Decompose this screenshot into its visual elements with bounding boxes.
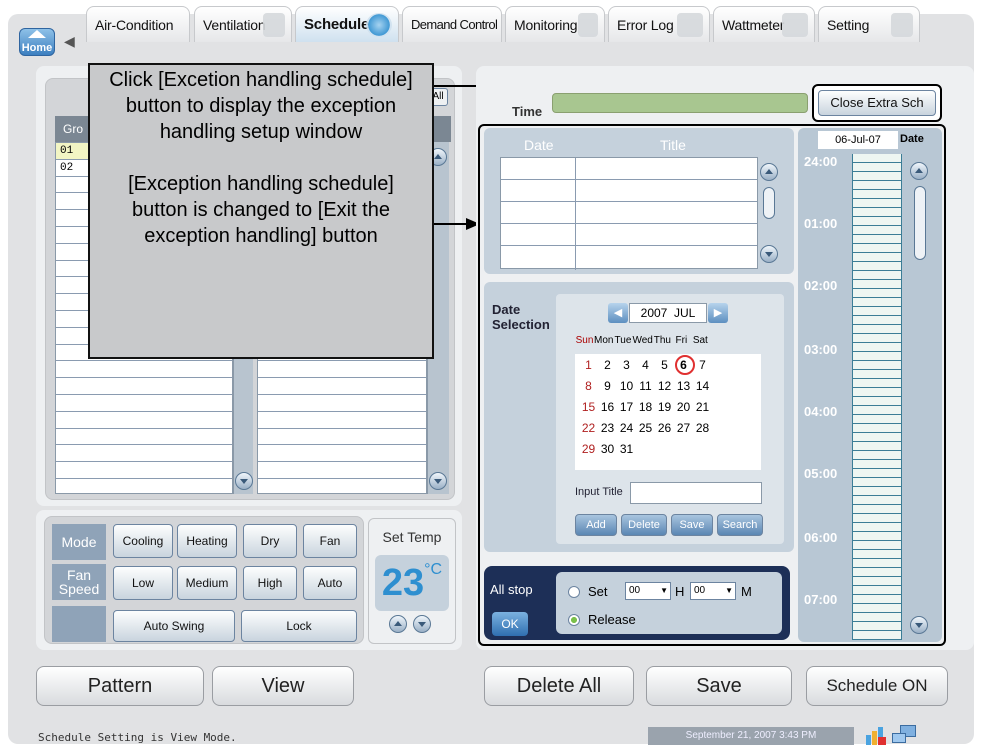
minute-unit-label: M — [741, 584, 752, 599]
status-message: Schedule Setting is View Mode. — [38, 731, 237, 744]
scroll-down-icon[interactable] — [760, 245, 778, 263]
scroll-down-icon[interactable] — [429, 472, 447, 490]
mode-label: Mode — [52, 524, 106, 560]
tab-monitoring[interactable]: Monitoring — [505, 6, 605, 42]
tab-error-log[interactable]: Error Log — [608, 6, 710, 42]
current-date-display: 06-Jul-07 — [818, 131, 898, 149]
delete-all-button[interactable]: Delete All — [484, 666, 634, 706]
save-button[interactable]: Save — [646, 666, 792, 706]
time-label: Time — [512, 104, 543, 119]
error-log-icon — [677, 13, 703, 37]
instruction-callout: Click [Excetion handling schedule] butto… — [88, 63, 434, 359]
wattmeter-icon — [782, 13, 808, 37]
set-label: Set — [588, 584, 608, 599]
time-ruler[interactable] — [852, 154, 902, 640]
tab-ventilation[interactable]: Ventilation — [194, 6, 292, 42]
fan-speed-label: Fan Speed — [52, 564, 106, 600]
auto-swing-button[interactable]: Auto Swing — [113, 610, 235, 642]
callout-text-1: Click [Excetion handling schedule] butto… — [109, 69, 413, 143]
input-title-field[interactable] — [630, 482, 762, 504]
network-status-icon — [866, 725, 888, 745]
lock-button[interactable]: Lock — [241, 610, 357, 642]
time-bar — [552, 93, 808, 113]
hour-label: 06:00 — [804, 530, 838, 545]
set-radio[interactable] — [568, 586, 580, 598]
minute-select[interactable]: 00 ▼ — [690, 582, 736, 600]
temp-up-icon[interactable] — [389, 615, 407, 633]
tools-icon — [891, 13, 913, 37]
fan-low-button[interactable]: Low — [113, 566, 173, 600]
hour-unit-label: H — [675, 584, 685, 599]
month-year-display: 2007 JUL — [629, 303, 707, 323]
home-icon — [28, 30, 46, 38]
heating-button[interactable]: Heating — [177, 524, 237, 558]
fan-button[interactable]: Fan — [303, 524, 357, 558]
callout-text-2: [Exception handling schedule] button is … — [128, 173, 394, 247]
hour-label: 24:00 — [804, 154, 838, 169]
hour-label: 05:00 — [804, 466, 838, 481]
hour-label: 04:00 — [804, 404, 838, 419]
ventilation-icon — [263, 13, 285, 37]
close-extra-schedule-button[interactable]: Close Extra Sch — [818, 90, 936, 116]
blank-label — [52, 606, 106, 642]
hour-label: 02:00 — [804, 278, 838, 293]
hour-select[interactable]: 00 ▼ — [625, 582, 671, 600]
monitor-icon — [578, 13, 598, 37]
scroll-thumb[interactable] — [914, 186, 926, 260]
fan-auto-button[interactable]: Auto — [303, 566, 357, 600]
save-title-button[interactable]: Save — [671, 514, 713, 536]
release-radio[interactable] — [568, 614, 580, 626]
search-button[interactable]: Search — [717, 514, 763, 536]
date-button[interactable]: Date — [900, 133, 924, 145]
tab-air-condition[interactable]: Air-Condition — [86, 6, 190, 42]
hour-label: 03:00 — [804, 342, 838, 357]
date-column-header: Date — [524, 137, 554, 153]
dry-button[interactable]: Dry — [243, 524, 297, 558]
callout-arrow-mid — [434, 223, 468, 225]
scroll-thumb[interactable] — [763, 187, 775, 219]
scroll-up-icon[interactable] — [910, 162, 928, 180]
pattern-button[interactable]: Pattern — [36, 666, 204, 706]
cooling-button[interactable]: Cooling — [113, 524, 173, 558]
exception-list[interactable] — [500, 157, 758, 270]
time-ruler-scrollbar[interactable] — [906, 154, 936, 640]
prev-month-icon[interactable]: ◀ — [608, 303, 628, 323]
delete-button[interactable]: Delete — [621, 514, 667, 536]
fan-high-button[interactable]: High — [243, 566, 297, 600]
temp-display: 23°C — [375, 555, 449, 611]
hour-label: 07:00 — [804, 592, 838, 607]
all-stop-ok-button[interactable]: OK — [492, 612, 528, 636]
weekday-header: Sun Mon Tue Wed Thu Fri Sat — [575, 335, 708, 346]
view-button[interactable]: View — [212, 666, 354, 706]
release-label: Release — [588, 612, 636, 627]
set-temp-label: Set Temp — [382, 529, 442, 545]
fan-medium-button[interactable]: Medium — [177, 566, 237, 600]
tab-wattmeter[interactable]: Wattmeter — [713, 6, 815, 42]
tab-demand-control[interactable]: Demand Control — [402, 6, 502, 42]
next-month-icon[interactable]: ▶ — [708, 303, 728, 323]
tab-setting[interactable]: Setting — [818, 6, 920, 42]
status-datetime: September 21, 2007 3:43 PM — [648, 727, 854, 745]
pc-connection-icon — [892, 725, 920, 745]
temp-down-icon[interactable] — [413, 615, 431, 633]
scroll-down-icon[interactable] — [235, 472, 253, 490]
add-button[interactable]: Add — [575, 514, 617, 536]
tab-left-arrow-icon[interactable]: ◀ — [64, 33, 75, 50]
tab-schedule[interactable]: Schedule — [295, 6, 399, 42]
schedule-on-button[interactable]: Schedule ON — [806, 666, 948, 706]
date-selection-label: Date Selection — [492, 302, 550, 332]
title-column-header: Title — [660, 137, 686, 153]
scroll-up-icon[interactable] — [760, 163, 778, 181]
calendar-grid[interactable]: 1234567 8 9 10 11 12 13 14 15 16 17 18 19 20 21 22 23… — [575, 354, 761, 470]
set-temp-panel: Set Temp 23°C — [368, 518, 456, 644]
hour-label: 01:00 — [804, 216, 838, 231]
clock-icon — [366, 13, 392, 37]
scroll-down-icon[interactable] — [910, 616, 928, 634]
input-title-label: Input Title — [575, 486, 623, 498]
all-stop-label: All stop — [490, 582, 533, 597]
exception-list-scrollbar[interactable] — [758, 157, 782, 269]
